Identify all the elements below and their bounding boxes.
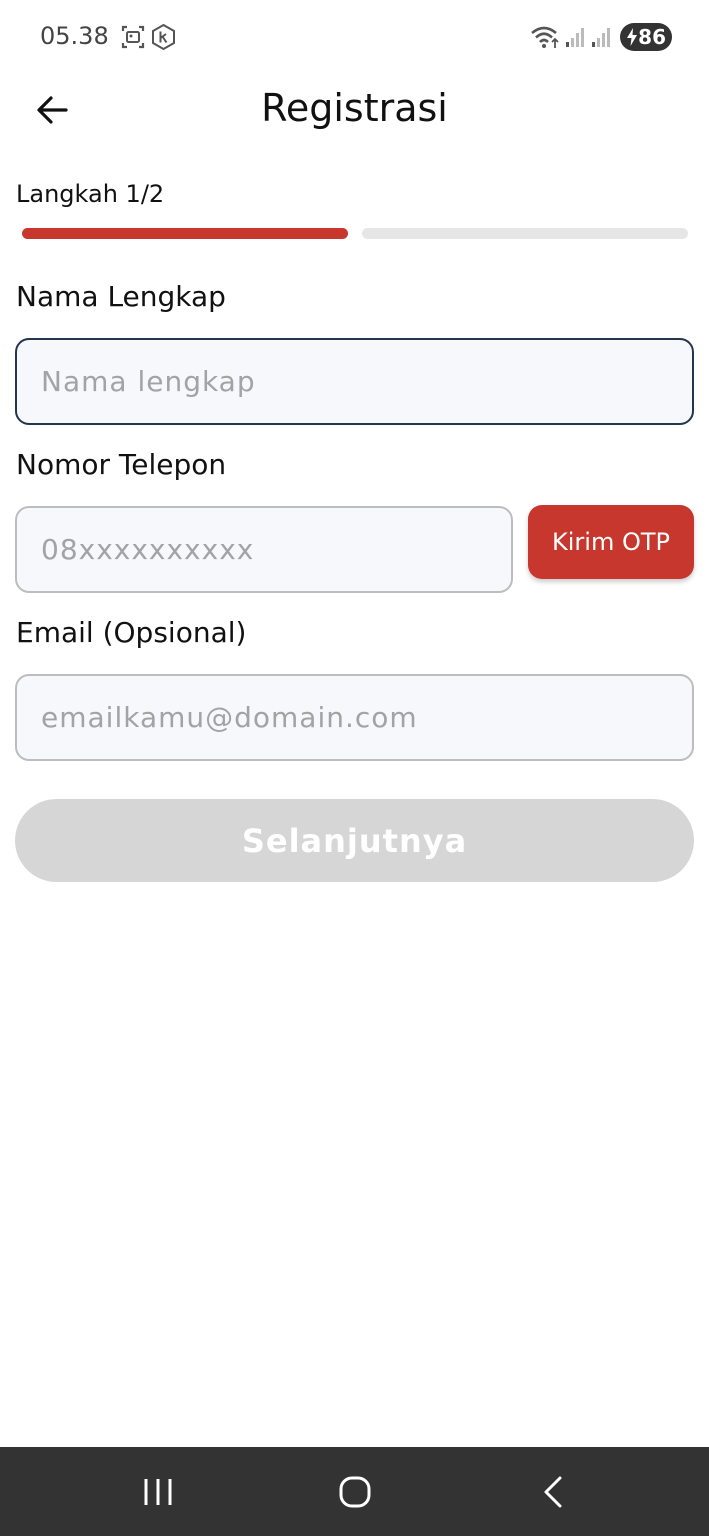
email-label: Email (Opsional) — [16, 616, 247, 649]
back-icon — [544, 1476, 562, 1508]
send-otp-button[interactable]: Kirim OTP — [528, 505, 694, 579]
progress-step-1-active — [22, 228, 348, 239]
email-placeholder: emailkamu@domain.com — [41, 701, 418, 734]
gallery-icon — [121, 25, 145, 49]
name-label: Nama Lengkap — [16, 280, 226, 313]
battery-charging-icon — [627, 28, 637, 46]
signal-icon — [592, 28, 610, 47]
home-icon — [339, 1476, 371, 1508]
nav-back-button[interactable] — [528, 1467, 578, 1517]
recent-apps-button[interactable] — [133, 1467, 183, 1517]
page-title: Registrasi — [261, 86, 448, 130]
phone-label: Nomor Telepon — [16, 448, 227, 481]
recent-apps-icon — [144, 1479, 172, 1505]
name-placeholder: Nama lengkap — [41, 365, 256, 398]
home-button[interactable] — [330, 1467, 380, 1517]
battery-indicator: 86 — [620, 23, 672, 51]
phone-placeholder: 08xxxxxxxxxx — [41, 533, 255, 566]
progress-step-2-inactive — [362, 228, 688, 239]
k-app-icon — [152, 23, 175, 51]
email-input[interactable]: emailkamu@domain.com — [15, 674, 694, 761]
signal-icon — [566, 28, 584, 47]
step-label: Langkah 1/2 — [16, 180, 165, 208]
wifi-icon — [531, 26, 559, 48]
status-bar: 05.38 86 — [0, 0, 709, 76]
next-button[interactable]: Selanjutnya — [15, 799, 694, 882]
name-input[interactable]: Nama lengkap — [15, 338, 694, 425]
system-nav-bar — [0, 1447, 709, 1536]
phone-input[interactable]: 08xxxxxxxxxx — [15, 506, 513, 593]
battery-level: 86 — [638, 25, 666, 49]
status-time: 05.38 — [40, 22, 109, 50]
registration-screen: 05.38 86 Registrasi Langkah 1/2 Nama Len… — [0, 0, 709, 1536]
